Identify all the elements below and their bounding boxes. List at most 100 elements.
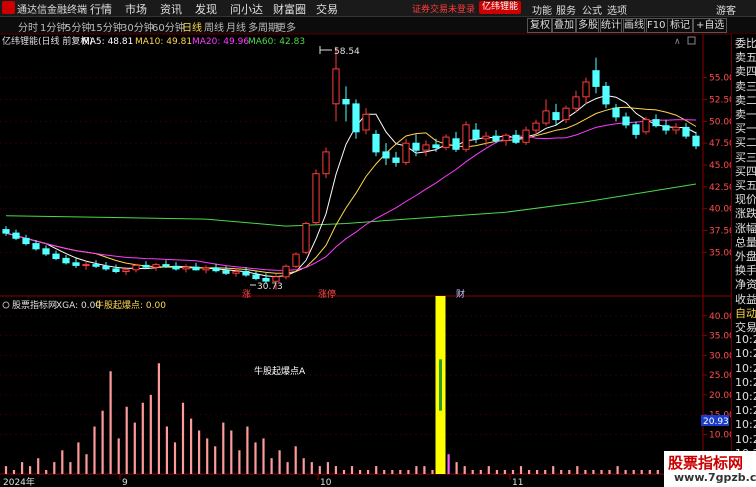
candle[interactable] [682, 126, 690, 137]
period-tab-60min[interactable]: 60分钟 [152, 19, 185, 34]
candle[interactable] [302, 223, 310, 253]
menu-item-formula[interactable]: 公式 [582, 2, 602, 17]
period-tab-more[interactable]: 更多 [276, 19, 296, 34]
candle[interactable] [272, 276, 280, 282]
candle[interactable] [472, 129, 480, 140]
side-panel-item-22[interactable]: 10:23 [735, 347, 756, 360]
indicator-name[interactable]: 股票指标网 [12, 299, 57, 311]
period-tab-intraday[interactable]: 分时 [18, 19, 38, 34]
candle[interactable] [362, 113, 370, 131]
candle[interactable] [432, 144, 440, 148]
candle[interactable] [632, 124, 640, 135]
menu-item-services[interactable]: 服务 [556, 2, 576, 17]
candle[interactable] [342, 99, 350, 105]
menu-item-options[interactable]: 选项 [607, 2, 627, 17]
trade-login-warning[interactable]: 证券交易未登录 [412, 2, 475, 15]
side-panel-item-27[interactable]: 10:24 [735, 418, 756, 431]
adjust-button[interactable]: 复权 [527, 18, 553, 33]
event-marker-limit-up-1[interactable]: 涨 [242, 289, 251, 300]
menu-item-quotes[interactable]: 行情 [90, 1, 112, 17]
candle[interactable] [402, 142, 410, 163]
candle[interactable] [502, 134, 510, 142]
candle[interactable] [412, 142, 420, 151]
candle[interactable] [452, 138, 460, 150]
candle[interactable] [282, 265, 290, 278]
candle[interactable] [522, 129, 530, 143]
side-panel-item-24[interactable]: 10:24 [735, 376, 756, 389]
candle[interactable] [222, 270, 230, 274]
candle[interactable] [242, 271, 250, 276]
add-watchlist-button[interactable]: +自选 [693, 18, 728, 33]
candle[interactable] [552, 112, 560, 121]
candle[interactable] [2, 229, 10, 234]
period-tab-1min[interactable]: 1分钟 [40, 19, 66, 34]
period-tab-daily[interactable]: 日线 [182, 19, 202, 34]
period-tab-15min[interactable]: 15分钟 [90, 19, 123, 34]
candle[interactable] [622, 116, 630, 126]
candle[interactable] [72, 262, 80, 266]
candle[interactable] [52, 253, 60, 260]
menu-item-functions[interactable]: 功能 [532, 2, 552, 17]
candlestick-series[interactable] [2, 46, 700, 290]
candle[interactable] [612, 107, 620, 118]
candle[interactable] [532, 122, 540, 131]
candle[interactable] [292, 253, 300, 267]
stock-chart[interactable]: 35.00 37.50 40.00 42.50 45.00 47.50 50.00 52.50… [0, 34, 731, 487]
candle[interactable] [672, 126, 680, 131]
candle[interactable] [592, 70, 600, 87]
candle[interactable] [232, 271, 240, 274]
period-tab-multi[interactable]: 多周期 [248, 19, 278, 34]
candle[interactable] [42, 248, 50, 255]
guest-label[interactable]: 游客 [716, 2, 736, 17]
candle[interactable] [102, 265, 110, 270]
candle[interactable] [142, 264, 150, 268]
candle[interactable] [262, 278, 270, 282]
side-panel-item-25[interactable]: 10:24 [735, 390, 756, 403]
menu-item-news[interactable]: 资讯 [160, 1, 182, 17]
candle[interactable] [652, 119, 660, 127]
candle[interactable] [542, 110, 550, 124]
indicator-settings-icon[interactable] [2, 301, 10, 309]
f10-button[interactable]: F10 [644, 18, 669, 33]
candle[interactable] [172, 265, 180, 270]
period-tab-weekly[interactable]: 周线 [204, 19, 224, 34]
candle[interactable] [112, 268, 120, 272]
period-tab-30min[interactable]: 30分钟 [121, 19, 154, 34]
mark-button[interactable]: 标记 [667, 18, 693, 33]
menu-item-discover[interactable]: 发现 [195, 1, 217, 17]
maximize-icon[interactable] [687, 36, 696, 45]
account-button[interactable]: 亿纬锂能 [479, 1, 521, 14]
xga-bar-series[interactable] [4, 363, 692, 474]
candle[interactable] [482, 135, 490, 140]
candle[interactable] [422, 144, 430, 151]
overlay-button[interactable]: 叠加 [551, 18, 577, 33]
side-panel-item-21[interactable]: 10:23 [735, 333, 756, 346]
candle[interactable] [82, 264, 90, 267]
candle[interactable] [122, 269, 130, 272]
candle[interactable] [192, 266, 200, 271]
candle[interactable] [322, 151, 330, 175]
candle[interactable] [442, 136, 450, 149]
candle[interactable] [132, 264, 140, 271]
candle[interactable] [662, 125, 670, 131]
menu-item-wenxiaoda[interactable]: 问小达 [230, 1, 263, 17]
candle[interactable] [692, 135, 700, 147]
chevron-up-icon[interactable]: ∧ [674, 37, 681, 47]
candle[interactable] [152, 264, 160, 268]
candle[interactable] [62, 257, 70, 264]
candle[interactable] [312, 173, 320, 224]
candle[interactable] [582, 81, 590, 98]
candle[interactable] [352, 103, 360, 133]
candle[interactable] [182, 266, 190, 270]
candle[interactable] [212, 267, 220, 272]
candle[interactable] [372, 133, 380, 153]
period-tab-5min[interactable]: 5分钟 [65, 19, 91, 34]
candle[interactable] [602, 85, 610, 105]
menu-item-trade[interactable]: 交易 [316, 1, 338, 17]
side-panel-item-26[interactable]: 10:24 [735, 404, 756, 417]
side-panel-item-23[interactable]: 10:23 [735, 362, 756, 375]
candle[interactable] [92, 264, 100, 267]
candle[interactable] [12, 232, 20, 239]
candle[interactable] [512, 134, 520, 143]
candle[interactable] [562, 107, 570, 121]
